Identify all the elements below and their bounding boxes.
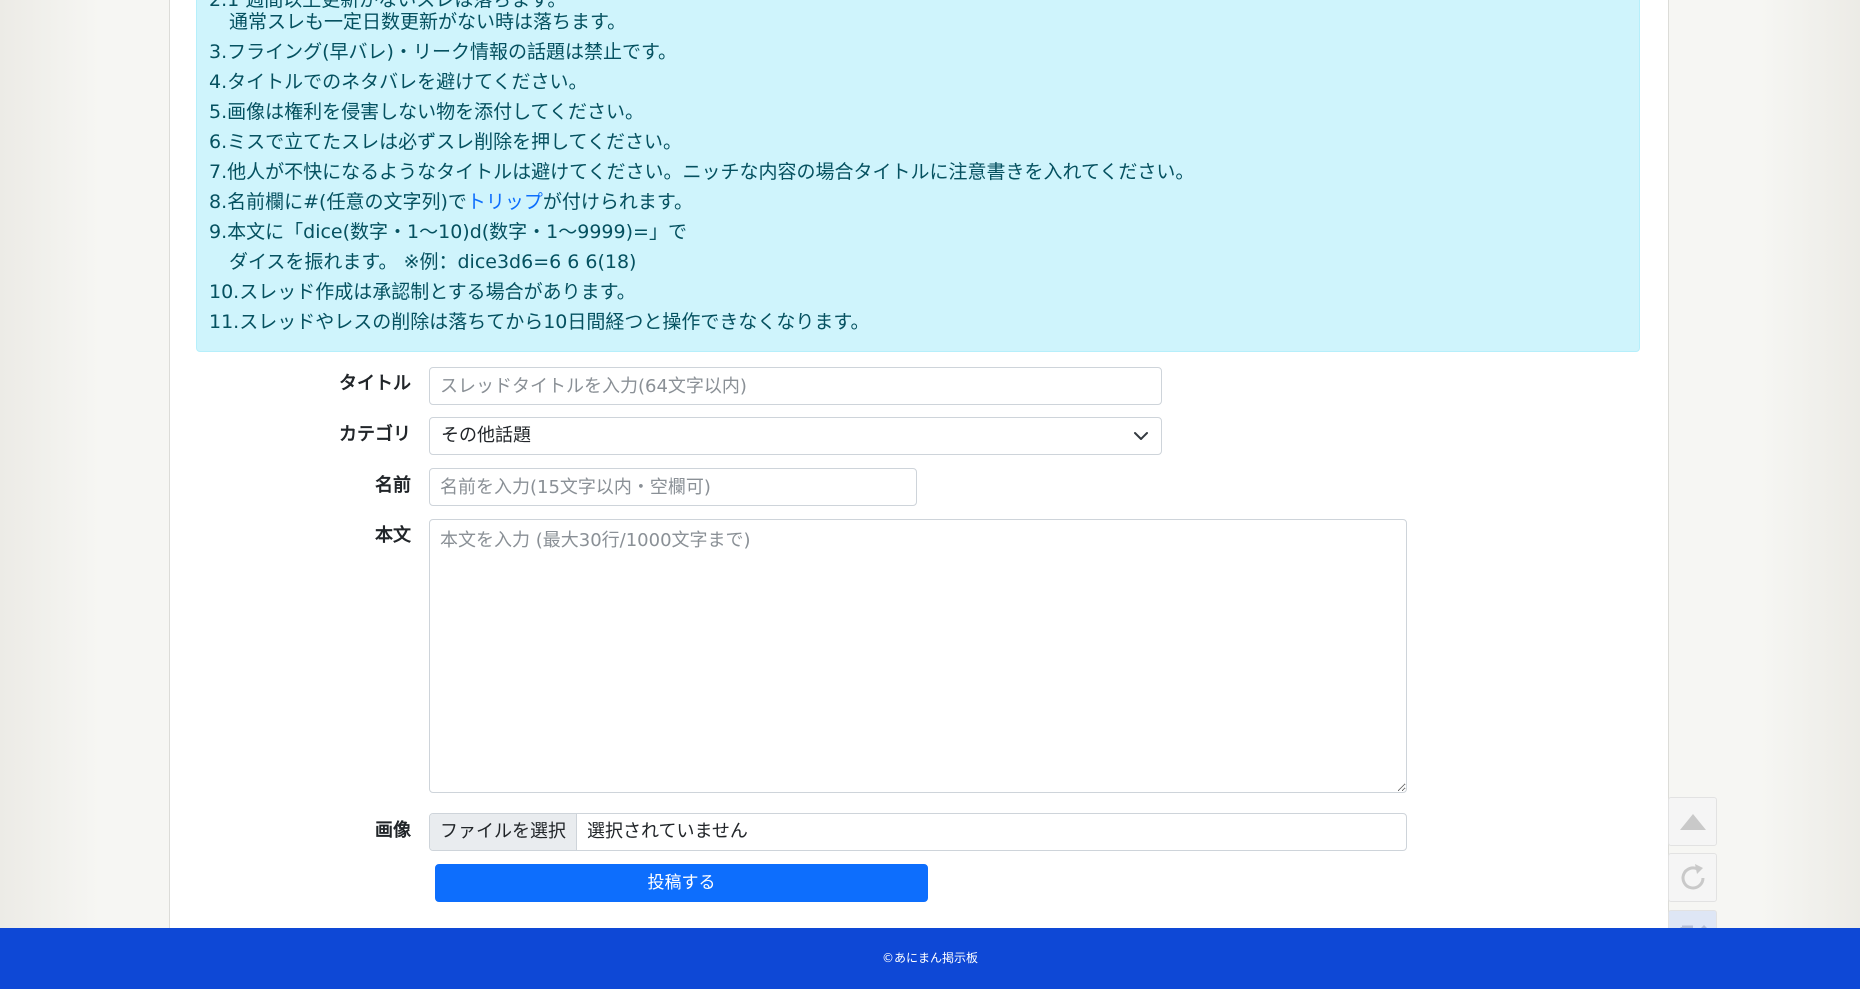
rules-line-7: 7.他人が不快になるようなタイトルは避けてください。ニッチな内容の場合タイトルに… [209,161,1195,183]
rules-line-9: 9.本文に「dice(数字・1〜10)d(数字・1〜9999)=」で [209,221,687,243]
category-select[interactable]: その他話題 [429,417,1162,455]
scroll-top-button[interactable] [1668,797,1717,846]
rules-line-8-post: が付けられます。 [542,191,693,213]
main-content: 2.1 週間以上更新がないスレは落ちます。 通常スレも一定日数更新がない時は落ち… [169,0,1669,928]
choose-file-button[interactable]: ファイルを選択 [430,814,577,850]
trip-link[interactable]: トリップ [467,191,543,213]
rules-line-6: 6.ミスで立てたスレは必ずスレ削除を押してください。 [209,131,682,153]
rules-line-8: 8.名前欄に#(任意の文字列)でトリップが付けられます。 [209,187,693,217]
chevron-down-icon [1134,432,1148,440]
name-label: 名前 [375,475,411,496]
rules-line-11: 11.スレッドやレスの削除は落ちてから10日間経つと操作できなくなります。 [209,311,870,333]
image-label: 画像 [375,820,411,841]
rules-line-5: 5.画像は権利を侵害しない物を添付してください。 [209,101,644,123]
rules-notice: 2.1 週間以上更新がないスレは落ちます。 通常スレも一定日数更新がない時は落ち… [196,0,1640,352]
title-label: タイトル [339,373,411,394]
reload-button[interactable] [1668,853,1717,902]
rules-line-9-cont: ダイスを振れます。 ※例：dice3d6=6 6 6(18) [229,251,637,273]
category-label: カテゴリ [339,424,411,445]
rules-line-1: 通常スレも一定日数更新がない時は落ちます。 [229,11,627,33]
category-selected-value: その他話題 [441,425,531,446]
footer: ©あにまん掲示板 [0,928,1860,989]
name-input[interactable] [429,468,917,506]
rules-line-8-pre: 8.名前欄に#(任意の文字列)で [209,191,467,213]
submit-button[interactable]: 投稿する [435,864,928,902]
rules-line-4: 4.タイトルでのネタバレを避けてください。 [209,71,588,93]
title-input[interactable] [429,367,1162,405]
body-label: 本文 [375,525,411,546]
file-status-text: 選択されていません [587,821,748,842]
rules-line-10: 10.スレッド作成は承認制とする場合があります。 [209,281,636,303]
footer-copyright: ©あにまん掲示板 [881,951,978,965]
image-file-input[interactable]: ファイルを選択 選択されていません [429,813,1407,851]
body-textarea[interactable] [429,519,1407,793]
scroll-top-icon [1679,813,1706,830]
rules-line-3: 3.フライング(早バレ)・リーク情報の話題は禁止です。 [209,41,678,63]
reload-icon [1681,863,1704,889]
